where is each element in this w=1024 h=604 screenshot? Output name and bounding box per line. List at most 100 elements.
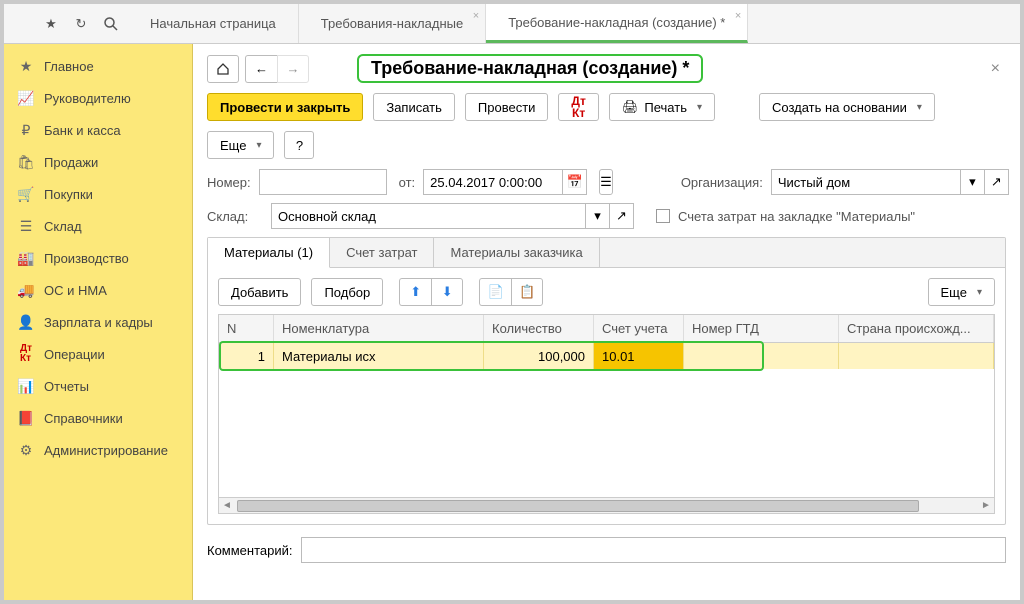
sidebar-item-reports[interactable]: 📊Отчеты <box>4 370 192 402</box>
pick-button[interactable]: Подбор <box>311 278 383 306</box>
sidebar-item-warehouse[interactable]: ☰Склад <box>4 210 192 242</box>
copy-button[interactable]: 📄 <box>479 278 511 306</box>
person-icon: 👤 <box>18 314 34 330</box>
tab-request-create[interactable]: Требование-накладная (создание) *× <box>486 4 748 43</box>
col-nomenclature[interactable]: Номенклатура <box>274 315 484 342</box>
sidebar-item-sales[interactable]: 🛍Продажи <box>4 146 192 178</box>
cell-account[interactable]: 10.01 <box>594 343 684 369</box>
house-icon: 🏭 <box>18 250 34 266</box>
warehouse-input[interactable] <box>271 203 586 229</box>
post-button[interactable]: Провести <box>465 93 549 121</box>
sidebar-item-bank[interactable]: ₽ Банк и касса <box>4 114 192 146</box>
comment-input[interactable] <box>301 537 1007 563</box>
cart-icon: 🛒 <box>18 186 34 202</box>
col-account[interactable]: Счет учета <box>594 315 684 342</box>
ruble-icon: ₽ <box>18 122 34 138</box>
apps-icon[interactable] <box>12 15 30 33</box>
sidebar-item-label: Администрирование <box>44 443 168 458</box>
button-label: Создать на основании <box>772 100 907 115</box>
more-button[interactable]: Еще <box>207 131 274 159</box>
tab-label: Требования-накладные <box>321 16 463 31</box>
sidebar-item-production[interactable]: 🏭 Производство <box>4 242 192 274</box>
cell-nomenclature[interactable]: Материалы исх <box>274 343 484 369</box>
post-and-close-button[interactable]: Провести и закрыть <box>207 93 363 121</box>
col-n[interactable]: N <box>219 315 274 342</box>
dtkt-icon: ДтКт <box>18 346 34 362</box>
org-dropdown-button[interactable]: ▾ <box>961 169 985 195</box>
sidebar-item-operations[interactable]: ДтКт Операции <box>4 338 192 370</box>
cell-quantity[interactable]: 100,000 <box>484 343 594 369</box>
warehouse-dropdown-button[interactable]: ▾ <box>586 203 610 229</box>
col-gtd[interactable]: Номер ГТД <box>684 315 839 342</box>
button-label: Еще <box>941 285 967 300</box>
sidebar-item-label: Производство <box>44 251 129 266</box>
close-icon[interactable]: × <box>473 10 479 22</box>
print-icon: 🖨 <box>622 99 639 115</box>
grid-more-button[interactable]: Еще <box>928 278 995 306</box>
col-quantity[interactable]: Количество <box>484 315 594 342</box>
dtkt-button[interactable]: ДтКт <box>558 93 598 121</box>
sidebar: ★ Главное 📈Руководителю ₽ Банк и касса 🛍Пр… <box>4 44 193 600</box>
cell-country[interactable] <box>839 343 994 369</box>
cost-accounts-checkbox[interactable] <box>656 209 670 223</box>
sidebar-item-admin[interactable]: ⚙Администрирование <box>4 434 192 466</box>
warehouse-label: Склад: <box>207 209 263 224</box>
scroll-thumb[interactable] <box>237 500 919 512</box>
sidebar-item-label: Склад <box>44 219 82 234</box>
table-row[interactable]: 1 Материалы исх 100,000 10.01 <box>219 343 994 369</box>
calendar-button[interactable]: 📅 <box>563 169 587 195</box>
paste-button[interactable]: 📋 <box>511 278 543 306</box>
cell-gtd[interactable] <box>684 343 839 369</box>
write-button[interactable]: Записать <box>373 93 455 121</box>
sidebar-item-salary[interactable]: 👤 Зарплата и кадры <box>4 306 192 338</box>
star-icon[interactable]: ★ <box>42 15 60 33</box>
date-input[interactable] <box>423 169 563 195</box>
print-button[interactable]: 🖨 Печать <box>609 93 715 121</box>
tab-home[interactable]: Начальная страница <box>128 4 299 43</box>
inner-tab-cost[interactable]: Счет затрат <box>330 238 434 267</box>
sidebar-item-label: ОС и НМА <box>44 283 107 298</box>
move-down-button[interactable]: ⬇ <box>431 278 463 306</box>
move-up-button[interactable]: ⬆ <box>399 278 431 306</box>
sidebar-item-main[interactable]: ★ Главное <box>4 50 192 82</box>
sidebar-item-purchases[interactable]: 🛒Покупки <box>4 178 192 210</box>
number-input[interactable] <box>259 169 387 195</box>
sidebar-item-manager[interactable]: 📈Руководителю <box>4 82 192 114</box>
cell-n[interactable]: 1 <box>219 343 274 369</box>
history-icon[interactable]: ↻ <box>72 15 90 33</box>
dtkt-icon: ДтКт <box>571 95 585 119</box>
sidebar-item-label: Зарплата и кадры <box>44 315 153 330</box>
scroll-right-icon[interactable]: ► <box>978 500 994 511</box>
sidebar-item-label: Главное <box>44 59 94 74</box>
checkbox-label: Счета затрат на закладке "Материалы" <box>678 209 915 224</box>
star-icon: ★ <box>18 58 34 74</box>
sidebar-item-label: Банк и касса <box>44 123 121 138</box>
horizontal-scrollbar[interactable]: ◄ ► <box>219 497 994 513</box>
button-label: Еще <box>220 138 246 153</box>
close-page-button[interactable]: × <box>985 56 1006 82</box>
inner-tab-materials[interactable]: Материалы (1) <box>208 238 330 268</box>
org-input[interactable] <box>771 169 961 195</box>
sidebar-item-catalogs[interactable]: 📕 Справочники <box>4 402 192 434</box>
sidebar-item-assets[interactable]: 🚚 ОС и НМА <box>4 274 192 306</box>
truck-icon: 🚚 <box>18 282 34 298</box>
warehouse-open-button[interactable]: ↗ <box>610 203 634 229</box>
add-button[interactable]: Добавить <box>218 278 301 306</box>
col-country[interactable]: Страна происхожд... <box>839 315 994 342</box>
close-icon[interactable]: × <box>735 10 741 22</box>
scroll-left-icon[interactable]: ◄ <box>219 500 235 511</box>
sidebar-item-label: Операции <box>44 347 105 362</box>
back-button[interactable]: ← <box>245 55 277 83</box>
create-based-button[interactable]: Создать на основании <box>759 93 935 121</box>
button-label: Печать <box>644 100 687 115</box>
tab-requests[interactable]: Требования-накладные × <box>299 4 486 43</box>
home-button[interactable] <box>207 55 239 83</box>
inner-tab-customer-materials[interactable]: Материалы заказчика <box>434 238 599 267</box>
date-extra-button[interactable]: ☰ <box>599 169 613 195</box>
page-title: Требование-накладная (создание) * <box>357 54 703 83</box>
sidebar-item-label: Справочники <box>44 411 123 426</box>
search-icon[interactable] <box>102 15 120 33</box>
org-open-button[interactable]: ↗ <box>985 169 1009 195</box>
book-icon: 📕 <box>18 410 34 426</box>
help-button[interactable]: ? <box>284 131 314 159</box>
